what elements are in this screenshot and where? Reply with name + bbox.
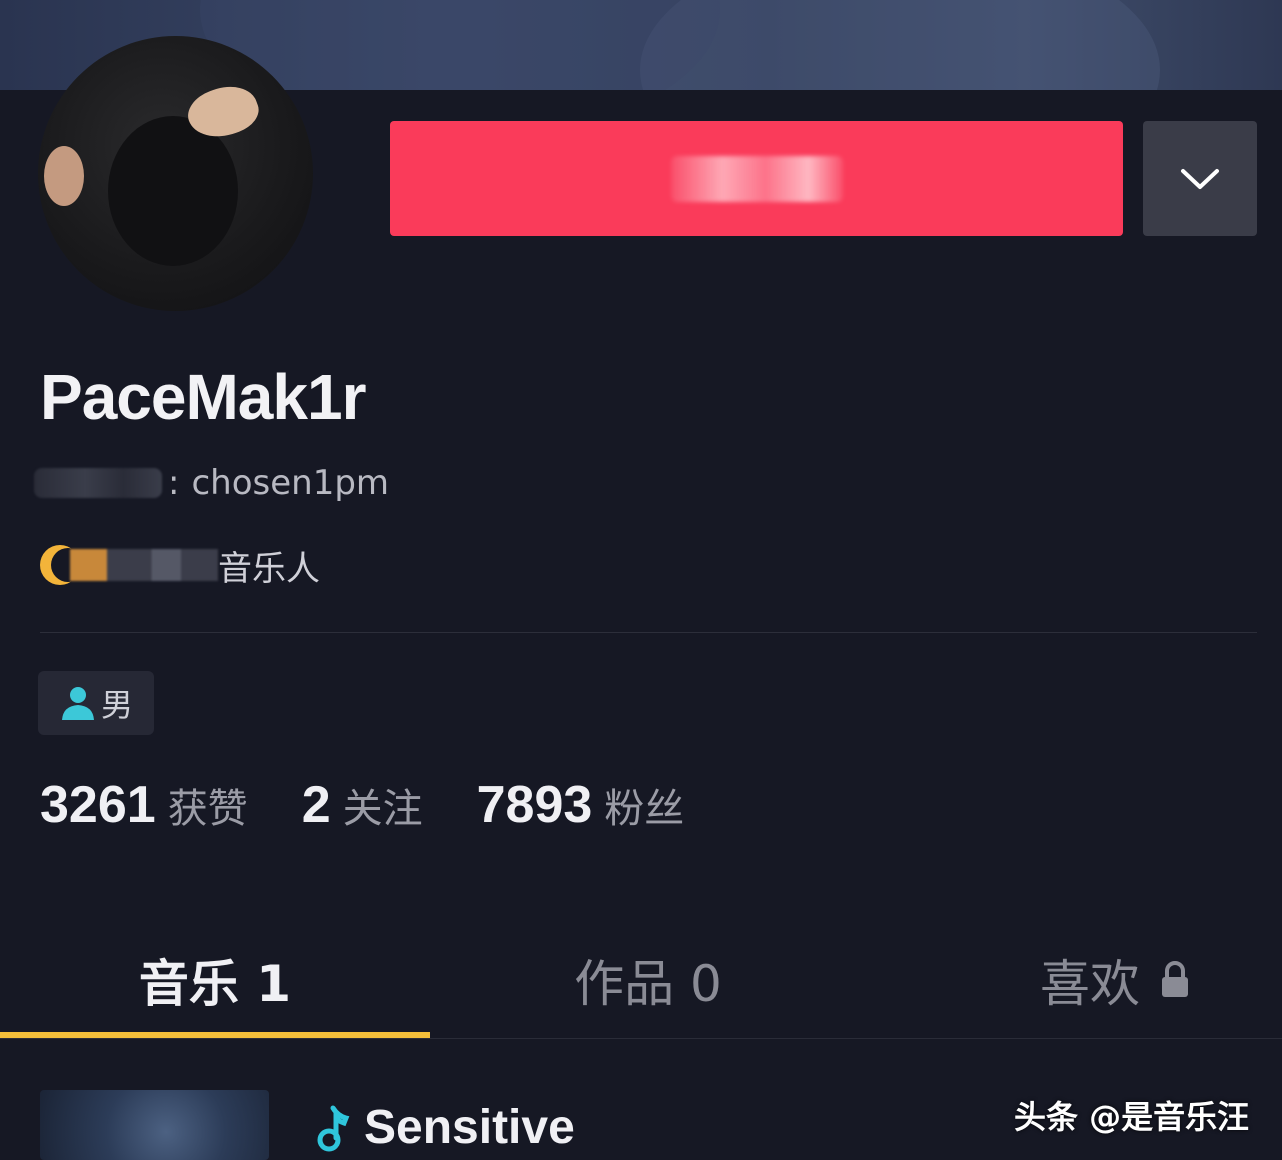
verification-tag: 音乐人 bbox=[38, 540, 320, 590]
tab-works[interactable]: 作品 0 bbox=[430, 930, 866, 1030]
likes-label: 获赞 bbox=[167, 786, 248, 832]
tab-likes-label: 喜欢 bbox=[1040, 955, 1140, 1013]
tab-likes[interactable]: 喜欢 bbox=[990, 930, 1240, 1030]
gender-label: 男 bbox=[100, 686, 133, 724]
followers-stat[interactable]: 7893 粉丝 bbox=[477, 775, 685, 835]
following-stat[interactable]: 2 关注 bbox=[302, 775, 423, 835]
uid-separator: : bbox=[168, 463, 180, 503]
divider bbox=[40, 632, 1257, 633]
lock-icon bbox=[1162, 961, 1188, 997]
tab-music[interactable]: 音乐 1 bbox=[0, 930, 430, 1030]
following-count: 2 bbox=[301, 776, 331, 834]
redacted-id-label bbox=[34, 468, 162, 498]
follow-button-label bbox=[670, 155, 843, 202]
username: PaceMak1r bbox=[40, 361, 366, 433]
chevron-down-icon bbox=[1181, 168, 1219, 189]
avatar[interactable] bbox=[38, 36, 313, 311]
song-cover-thumbnail[interactable] bbox=[40, 1090, 269, 1160]
song-item[interactable]: Sensitive bbox=[316, 1100, 575, 1155]
uid-value: chosen1pm bbox=[191, 463, 390, 503]
follow-button[interactable] bbox=[390, 121, 1123, 236]
watermark: 头条 @是音乐汪 bbox=[1014, 1098, 1250, 1136]
stats-row: 3261 获赞 2 关注 7893 粉丝 bbox=[40, 775, 738, 835]
followers-label: 粉丝 bbox=[604, 786, 685, 832]
more-options-button[interactable] bbox=[1143, 121, 1257, 236]
tabs-divider bbox=[0, 1038, 1282, 1039]
redacted-tag-text bbox=[70, 549, 218, 581]
tab-works-label: 作品 0 bbox=[574, 955, 722, 1013]
tag-text: 音乐人 bbox=[218, 548, 320, 589]
likes-count: 3261 bbox=[40, 776, 156, 834]
content-tabs: 音乐 1 作品 0 喜欢 bbox=[0, 930, 1282, 1038]
music-note-icon bbox=[317, 1105, 350, 1151]
gender-badge: 男 bbox=[38, 671, 154, 735]
person-icon bbox=[61, 687, 94, 720]
followers-count: 7893 bbox=[476, 776, 593, 834]
likes-stat[interactable]: 3261 获赞 bbox=[40, 775, 248, 835]
song-title: Sensitive bbox=[364, 1101, 575, 1154]
user-id-row: : chosen1pm bbox=[34, 460, 389, 506]
tab-music-label: 音乐 1 bbox=[138, 955, 292, 1013]
following-label: 关注 bbox=[342, 786, 423, 832]
